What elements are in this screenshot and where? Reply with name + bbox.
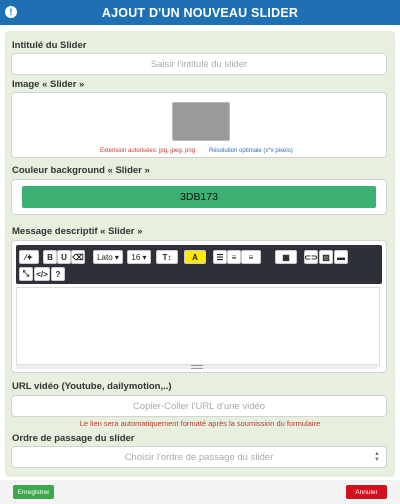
video-url-input[interactable]: Copier-Coller l'URL d'une vidéo (11, 395, 387, 417)
select-arrows-icon: ▲ ▼ (374, 451, 380, 463)
table-icon[interactable]: ▦ (275, 250, 297, 264)
message-label: Message descriptif « Slider » (12, 226, 143, 237)
text-color-button[interactable]: A (184, 250, 206, 264)
message-editor: ⁄✦ B U ⌫ Lato ▾ 16 ▾ T↕ A ☰ ≡ ≡ ▦ ⊂⊃ ▨ ▬… (11, 240, 387, 373)
bullet-list-icon[interactable]: ☰ (213, 250, 227, 264)
order-select-placeholder: Choisir l'ordre de passage du slider (124, 451, 274, 463)
editor-resize-handle[interactable] (16, 364, 378, 369)
editor-content-area[interactable] (16, 287, 380, 366)
font-name-select[interactable]: Lato ▾ (93, 250, 123, 264)
order-label: Ordre de passage du slider (12, 433, 135, 444)
cancel-button[interactable]: Annuler (346, 485, 387, 499)
title-input[interactable]: Saisir l'intitulé du slider (11, 53, 387, 75)
color-label: Couleur background « Slider » (12, 165, 150, 176)
color-field: 3DB173 (11, 179, 387, 215)
underline-button[interactable]: U (57, 250, 71, 264)
image-upload-box: Extension autorisées: jpg, jpeg, png Rés… (11, 92, 387, 158)
modal-title: AJOUT D'UN NOUVEAU SLIDER (101, 5, 299, 20)
image-placeholder[interactable] (172, 102, 230, 141)
fullscreen-icon[interactable]: ⤡ (19, 267, 33, 281)
code-view-icon[interactable]: </> (34, 267, 50, 281)
modal-header: ! AJOUT D'UN NOUVEAU SLIDER (0, 0, 400, 25)
video-label: URL vidéo (Youtube, dailymotion,..) (12, 381, 172, 392)
numbered-list-icon[interactable]: ≡ (227, 250, 241, 264)
image-label: Image « Slider » (12, 79, 85, 90)
magic-icon[interactable]: ⁄✦ (19, 250, 39, 264)
bold-button[interactable]: B (43, 250, 57, 264)
title-label: Intitulé du Slider (12, 40, 87, 51)
video-note: Le lien sera automatiquement formaté apr… (79, 419, 321, 428)
align-dropdown[interactable]: ≡ (241, 250, 261, 264)
modal-footer: Enregistrer Annuler (0, 480, 400, 504)
link-icon[interactable]: ⊂⊃ (304, 250, 318, 264)
color-picker[interactable]: 3DB173 (22, 186, 376, 208)
font-size-select[interactable]: 16 ▾ (127, 250, 151, 264)
extension-note: Extension autorisées: jpg, jpeg, png (100, 148, 196, 154)
font-name-value: Lato (97, 252, 113, 262)
form-body: Intitulé du Slider Saisir l'intitulé du … (5, 31, 395, 477)
add-slider-modal: ! AJOUT D'UN NOUVEAU SLIDER Intitulé du … (0, 0, 400, 504)
info-icon: ! (5, 6, 17, 18)
help-icon[interactable]: ? (51, 267, 65, 281)
order-select[interactable]: Choisir l'ordre de passage du slider ▲ ▼ (11, 446, 387, 468)
eraser-icon[interactable]: ⌫ (71, 250, 85, 264)
font-size-value: 16 (131, 252, 141, 262)
text-style-button[interactable]: T↕ (156, 250, 178, 264)
video-icon[interactable]: ▬ (334, 250, 348, 264)
editor-toolbar: ⁄✦ B U ⌫ Lato ▾ 16 ▾ T↕ A ☰ ≡ ≡ ▦ ⊂⊃ ▨ ▬… (16, 245, 382, 284)
save-button[interactable]: Enregistrer (13, 485, 54, 499)
resolution-note: Résolution optimale (x*x pixels) (209, 148, 293, 154)
picture-icon[interactable]: ▨ (319, 250, 333, 264)
